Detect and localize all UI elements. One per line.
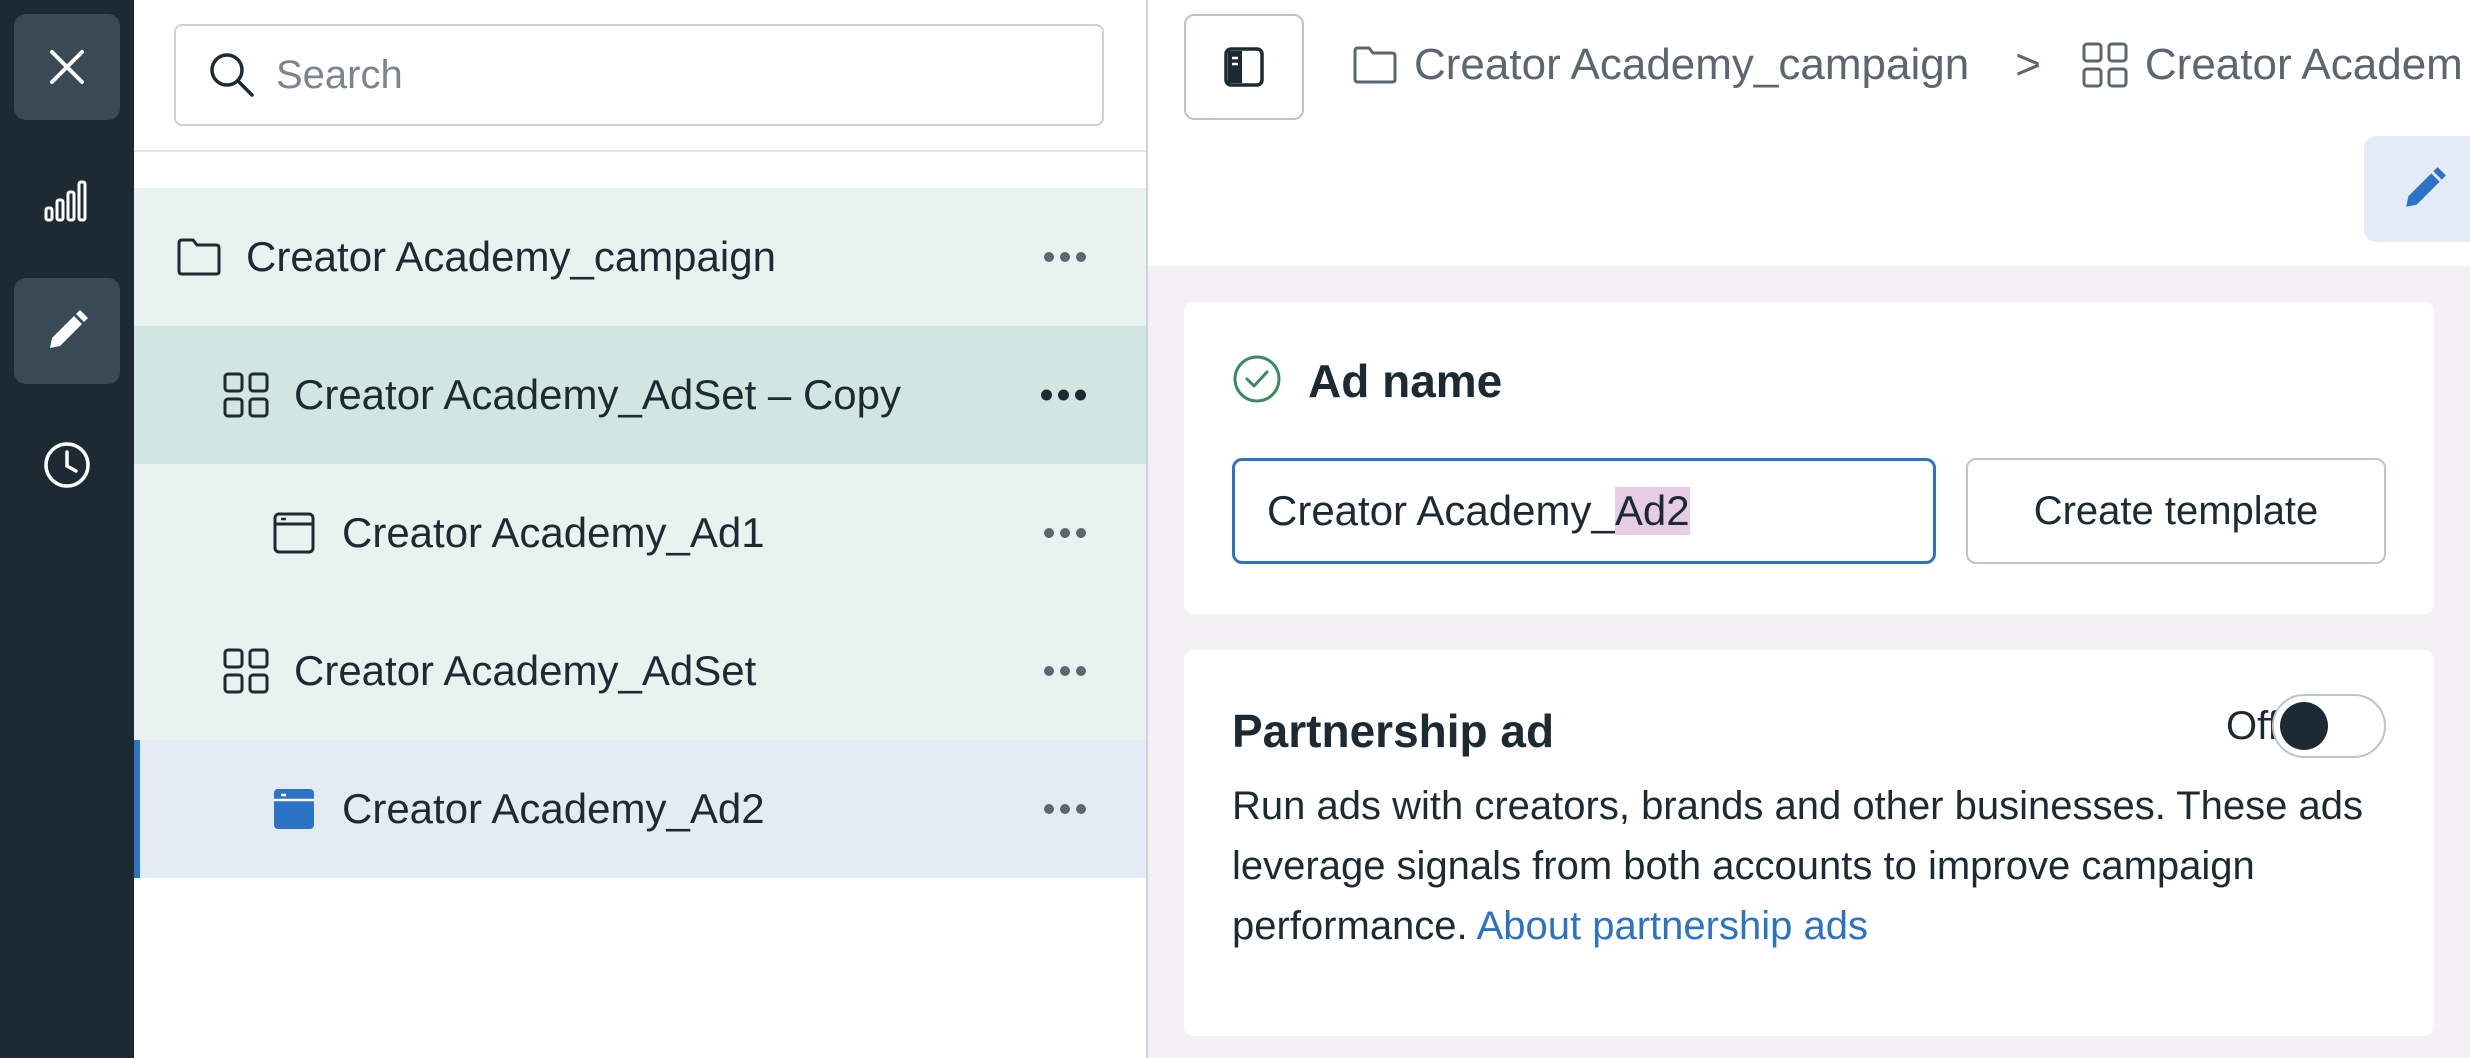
pencil-icon: [2406, 167, 2446, 207]
ad-name-title: Ad name: [1308, 355, 1503, 407]
divider: [134, 150, 1146, 152]
toggle-sidebar-button[interactable]: [1184, 14, 1304, 120]
adset-grid-icon: [223, 648, 269, 694]
selection-indicator: [134, 740, 140, 878]
partnership-toggle[interactable]: [2272, 694, 2386, 758]
partnership-ad-card: Partnership ad Off Run ads with creators…: [1184, 650, 2434, 1036]
close-button[interactable]: [14, 14, 120, 120]
edit-mode-button[interactable]: [14, 278, 120, 384]
create-template-button[interactable]: Create template: [1966, 458, 2386, 564]
editor-header: Creator Academy_campaign > Creator Acade…: [1148, 0, 2470, 266]
breadcrumb: Creator Academy_campaign > Creator Acade…: [1352, 40, 2463, 90]
partnership-description: Run ads with creators, brands and other …: [1232, 776, 2392, 956]
history-button[interactable]: [14, 412, 120, 518]
adset-grid-icon: [223, 372, 269, 418]
chart-icon: [44, 180, 87, 222]
ad-name-input[interactable]: Creator Academy_ Ad2: [1232, 458, 1936, 564]
more-options-button[interactable]: [1044, 666, 1086, 676]
reporting-button[interactable]: [14, 148, 120, 254]
about-partnership-ads-link[interactable]: About partnership ads: [1477, 904, 1868, 948]
tree-item-label: Creator Academy_Ad2: [342, 785, 765, 832]
sidebar-toggle-icon: [1224, 47, 1264, 87]
campaign-navigator: Search Creator Academy_campaign Creator …: [134, 0, 1148, 1058]
breadcrumb-adset[interactable]: Creator Academ: [2145, 40, 2463, 90]
tree-item-adset-copy[interactable]: Creator Academy_AdSet – Copy: [134, 326, 1146, 464]
toggle-knob: [2280, 702, 2328, 750]
ad-editor: Creator Academy_campaign > Creator Acade…: [1148, 0, 2470, 1058]
icon-rail: [0, 0, 134, 1058]
breadcrumb-separator: >: [2015, 40, 2041, 89]
tree-item-label: Creator Academy_Ad1: [342, 509, 765, 556]
search-icon: [210, 53, 254, 97]
search-placeholder: Search: [276, 52, 403, 97]
tree-item-ad1[interactable]: Creator Academy_Ad1: [134, 464, 1146, 602]
toggle-state-label: Off: [2226, 704, 2279, 748]
tree-item-ad2[interactable]: Creator Academy_Ad2: [134, 740, 1146, 878]
more-options-button[interactable]: [1041, 389, 1086, 401]
pencil-icon: [50, 310, 88, 348]
tree-item-label: Creator Academy_AdSet: [294, 647, 757, 694]
adset-grid-icon: [2082, 42, 2128, 88]
tree-item-label: Creator Academy_campaign: [246, 233, 776, 280]
partnership-title: Partnership ad: [1232, 705, 1555, 757]
ad-icon: [274, 789, 314, 829]
ad-name-value-selected: Ad2: [1614, 487, 1690, 535]
ad-icon: [273, 512, 315, 554]
tree-item-adset[interactable]: Creator Academy_AdSet: [134, 602, 1146, 740]
tree-item-label: Creator Academy_AdSet – Copy: [294, 371, 901, 418]
more-options-button[interactable]: [1044, 528, 1086, 538]
ad-name-value-prefix: Creator Academy_: [1267, 487, 1615, 534]
edit-button[interactable]: [2364, 136, 2470, 242]
ad-name-card: Ad name Creator Academy_ Ad2 Create templ…: [1184, 302, 2434, 614]
tree-item-campaign[interactable]: Creator Academy_campaign: [134, 188, 1146, 326]
close-icon: [50, 50, 84, 84]
clock-icon: [44, 442, 90, 488]
breadcrumb-campaign[interactable]: Creator Academy_campaign: [1414, 40, 1969, 90]
folder-icon: [177, 238, 221, 276]
more-options-button[interactable]: [1044, 252, 1086, 262]
check-circle-icon: [1233, 355, 1281, 403]
folder-icon: [1353, 46, 1397, 84]
more-options-button[interactable]: [1044, 804, 1086, 814]
search-input[interactable]: Search: [174, 24, 1104, 126]
